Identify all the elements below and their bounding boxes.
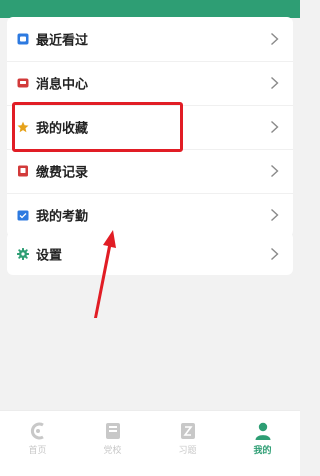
gear-icon bbox=[17, 247, 29, 260]
menu-item-payments[interactable]: 缴费记录 bbox=[7, 149, 293, 193]
tab-home[interactable]: 首页 bbox=[0, 411, 75, 476]
chevron-right-icon bbox=[271, 247, 279, 260]
tab-label: 习题 bbox=[178, 446, 197, 456]
menu-item-messages[interactable]: 消息中心 bbox=[7, 61, 293, 105]
highlight-box bbox=[12, 102, 183, 152]
message-icon bbox=[17, 78, 29, 88]
tab-label: 首页 bbox=[28, 446, 47, 456]
settings-group: 设置 bbox=[7, 232, 293, 275]
chevron-right-icon bbox=[271, 208, 279, 222]
tab-label: 我的 bbox=[253, 446, 272, 456]
menu-item-settings[interactable]: 设置 bbox=[7, 232, 293, 275]
school-icon bbox=[105, 423, 120, 439]
recent-icon bbox=[17, 33, 29, 45]
tab-label: 党校 bbox=[103, 446, 122, 456]
receipt-icon bbox=[18, 165, 28, 177]
menu-item-attendance[interactable]: 我的考勤 bbox=[7, 193, 293, 237]
chevron-right-icon bbox=[271, 32, 279, 46]
menu-item-label: 我的考勤 bbox=[36, 209, 89, 225]
tab-mine[interactable]: 我的 bbox=[225, 411, 300, 476]
menu-item-label: 缴费记录 bbox=[36, 165, 89, 181]
home-icon bbox=[30, 422, 44, 440]
user-icon bbox=[255, 422, 270, 440]
chevron-right-icon bbox=[271, 164, 279, 178]
exercise-icon bbox=[180, 423, 195, 439]
chevron-right-icon bbox=[271, 76, 279, 90]
menu-item-label: 消息中心 bbox=[36, 77, 89, 93]
top-bar bbox=[0, 0, 300, 18]
tab-school[interactable]: 党校 bbox=[75, 411, 150, 476]
tab-exercises[interactable]: 习题 bbox=[150, 411, 225, 476]
chevron-right-icon bbox=[271, 120, 279, 134]
bottom-nav: 首页 党校 习题 我的 bbox=[0, 410, 300, 476]
menu-item-label: 设置 bbox=[36, 248, 63, 263]
menu-item-label: 最近看过 bbox=[36, 33, 89, 49]
menu-item-recent[interactable]: 最近看过 bbox=[7, 17, 293, 61]
attendance-icon bbox=[17, 210, 29, 221]
